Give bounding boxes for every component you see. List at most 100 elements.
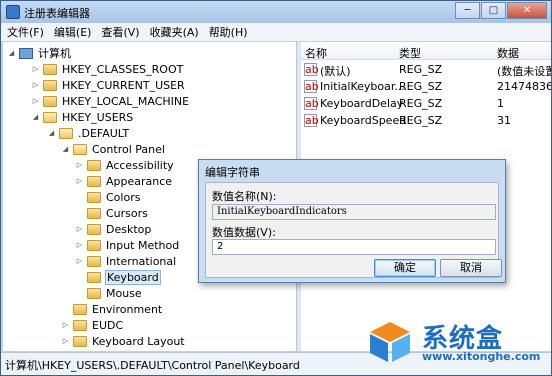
value-name: InitialKeyboar...	[320, 80, 405, 93]
tree-label-selected: Keyboard	[105, 269, 161, 285]
tree-label: Environment	[92, 302, 163, 316]
menu-edit[interactable]: 编辑(E)	[54, 24, 92, 40]
folder-icon	[87, 223, 101, 235]
list-item[interactable]: ab (默认) REG_SZ (数值未设置	[301, 62, 551, 78]
collapse-arrow-icon[interactable]: ◢	[31, 113, 40, 121]
value-name-field[interactable]: InitialKeyboardIndicators	[212, 204, 496, 220]
folder-icon	[87, 159, 101, 171]
expand-arrow-icon[interactable]: ▷	[75, 225, 84, 233]
open-folder-icon	[73, 143, 87, 155]
value-name: (默认)	[320, 65, 351, 78]
tree-label: Control Panel	[92, 142, 165, 156]
tree-label: Input Method	[106, 238, 180, 252]
value-data: 31	[497, 114, 511, 127]
string-value-icon: ab	[304, 97, 319, 110]
tree-node-hku[interactable]: ◢ HKEY_USERS	[31, 109, 134, 125]
folder-icon	[87, 207, 101, 219]
tree-node-hkcu[interactable]: ▷ HKEY_CURRENT_USER	[31, 77, 186, 93]
value-type: REG_SZ	[399, 80, 443, 93]
tree-node-keyboard-layout[interactable]: ▷ Keyboard Layout	[61, 333, 186, 349]
cancel-button[interactable]: 取消	[440, 259, 502, 277]
expand-arrow-icon[interactable]: ▷	[75, 257, 84, 265]
value-data: 2147483648	[497, 80, 551, 93]
tree-node-international[interactable]: ▷ International	[75, 253, 177, 269]
tree-label: Accessibility	[106, 158, 174, 172]
expand-arrow-icon[interactable]: ▷	[75, 241, 84, 249]
tree-node-appearance[interactable]: ▷ Appearance	[75, 173, 173, 189]
tree-label: Appearance	[106, 174, 173, 188]
tree-node-cursors[interactable]: Cursors	[75, 205, 149, 221]
window-title: 注册表编辑器	[24, 7, 90, 20]
tree-node-environment[interactable]: Environment	[61, 301, 163, 317]
dialog-body: 数值名称(N): InitialKeyboardIndicators 数值数据(…	[205, 182, 502, 278]
value-type: REG_SZ	[399, 97, 443, 110]
expand-arrow-icon[interactable]: ▷	[75, 177, 84, 185]
tree-node-hklm[interactable]: ▷ HKEY_LOCAL_MACHINE	[31, 93, 190, 109]
collapse-arrow-icon[interactable]: ◢	[7, 49, 16, 57]
close-button[interactable]: ✕	[507, 2, 547, 19]
menu-help[interactable]: 帮助(H)	[209, 24, 248, 40]
tree-node-hkcr[interactable]: ▷ HKEY_CLASSES_ROOT	[31, 61, 184, 77]
folder-icon	[87, 271, 101, 283]
folder-icon	[73, 303, 87, 315]
value-type: REG_SZ	[399, 114, 443, 127]
folder-icon	[87, 239, 101, 251]
tree-node-eudc[interactable]: ▷ EUDC	[61, 317, 124, 333]
tree-node-default[interactable]: ◢ .DEFAULT	[47, 125, 130, 141]
regedit-app-icon	[6, 5, 20, 19]
column-header-name[interactable]: 名称	[305, 45, 327, 61]
value-data: 1	[497, 97, 504, 110]
collapse-arrow-icon[interactable]: ◢	[47, 129, 56, 137]
column-header-data[interactable]: 数据	[497, 45, 519, 61]
tree-label: EUDC	[92, 318, 124, 332]
maximize-button[interactable]: □	[481, 2, 506, 19]
menu-view[interactable]: 查看(V)	[101, 24, 139, 40]
tree-node-control-panel[interactable]: ◢ Control Panel	[61, 141, 166, 157]
list-item[interactable]: ab KeyboardDelay REG_SZ 1	[301, 96, 551, 112]
folder-icon	[87, 255, 101, 267]
tree-node-desktop[interactable]: ▷ Desktop	[75, 221, 152, 237]
title-bar[interactable]: 注册表编辑器 ─ □ ✕	[1, 1, 551, 23]
folder-icon	[43, 95, 57, 107]
expand-arrow-icon[interactable]: ▷	[31, 65, 40, 73]
folder-icon	[87, 191, 101, 203]
tree-node-keyboard[interactable]: Keyboard	[75, 269, 161, 285]
expand-arrow-icon[interactable]: ▷	[61, 337, 70, 345]
value-data-input[interactable]: 2	[212, 239, 496, 255]
edit-string-dialog: 编辑字符串 数值名称(N): InitialKeyboardIndicators…	[198, 159, 506, 283]
list-item[interactable]: ab KeyboardSpeed REG_SZ 31	[301, 113, 551, 129]
tree-label: Keyboard Layout	[92, 334, 185, 348]
column-header-type[interactable]: 类型	[399, 45, 421, 61]
menu-favorites[interactable]: 收藏夹(A)	[150, 24, 199, 40]
list-item[interactable]: ab InitialKeyboar... REG_SZ 2147483648	[301, 79, 551, 95]
open-folder-icon	[59, 127, 73, 139]
value-data-label: 数值数据(V):	[212, 226, 276, 239]
string-value-icon: ab	[304, 114, 319, 127]
expand-arrow-icon[interactable]: ▷	[75, 161, 84, 169]
tree-label: Mouse	[106, 286, 142, 300]
tree-node-accessibility[interactable]: ▷ Accessibility	[75, 157, 175, 173]
list-header: 名称 类型 数据	[301, 42, 551, 60]
value-name-label: 数值名称(N):	[212, 190, 277, 203]
tree-node-mouse[interactable]: Mouse	[75, 285, 143, 301]
menu-bar: 文件(F) 编辑(E) 查看(V) 收藏夹(A) 帮助(H)	[1, 23, 551, 41]
expand-arrow-icon[interactable]: ▷	[31, 81, 40, 89]
value-data: (数值未设置	[497, 65, 551, 78]
ok-button[interactable]: 确定	[374, 259, 436, 277]
tree-node-colors[interactable]: Colors	[75, 189, 141, 205]
folder-icon	[87, 287, 101, 299]
tree-label: 计算机	[38, 47, 71, 60]
folder-icon	[73, 319, 87, 331]
tree-node-computer[interactable]: ◢ 计算机	[7, 45, 72, 61]
minimize-button[interactable]: ─	[455, 2, 480, 19]
menu-file[interactable]: 文件(F)	[7, 24, 44, 40]
value-type: REG_SZ	[399, 63, 443, 76]
tree-label: HKEY_CURRENT_USER	[62, 78, 185, 92]
xitonghe-logo-icon	[370, 322, 410, 362]
tree-node-input-method[interactable]: ▷ Input Method	[75, 237, 180, 253]
collapse-arrow-icon[interactable]: ◢	[61, 145, 70, 153]
expand-arrow-icon[interactable]: ▷	[61, 321, 70, 329]
expand-arrow-icon[interactable]: ▷	[31, 97, 40, 105]
tree-label: HKEY_USERS	[62, 110, 134, 124]
folder-icon	[43, 79, 57, 91]
